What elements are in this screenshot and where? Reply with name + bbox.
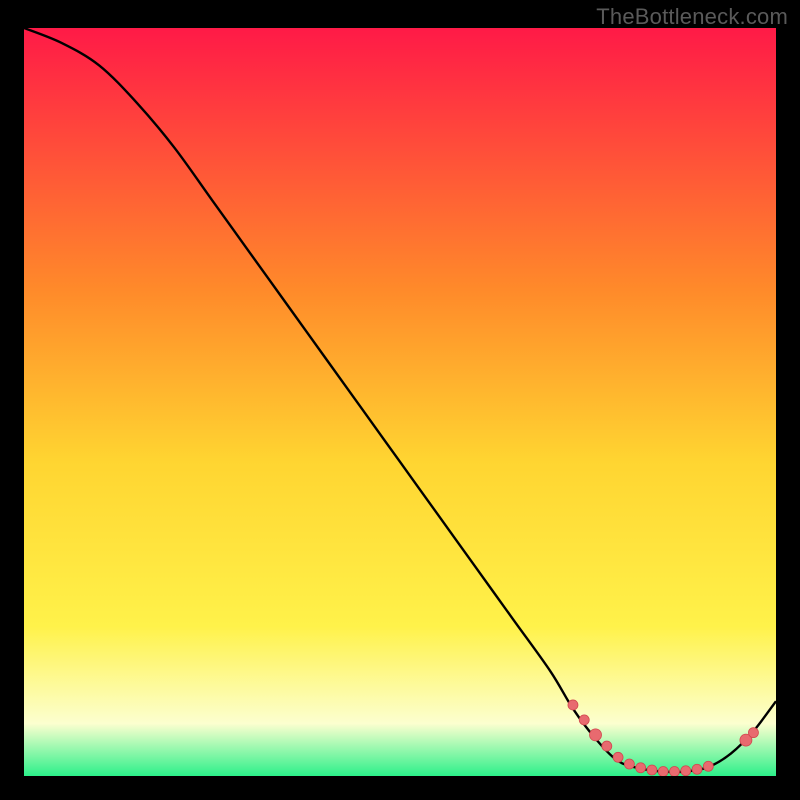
data-marker — [590, 729, 602, 741]
data-marker — [681, 766, 691, 776]
data-marker — [658, 767, 668, 776]
plot-area — [24, 28, 776, 776]
data-marker — [624, 759, 634, 769]
data-marker — [692, 764, 702, 774]
data-marker — [613, 752, 623, 762]
data-marker — [703, 761, 713, 771]
data-marker — [647, 765, 657, 775]
data-marker — [579, 715, 589, 725]
gradient-background — [24, 28, 776, 776]
data-marker — [748, 728, 758, 738]
data-marker — [636, 763, 646, 773]
chart-svg — [24, 28, 776, 776]
data-marker — [602, 741, 612, 751]
data-marker — [669, 767, 679, 776]
chart-frame: TheBottleneck.com — [0, 0, 800, 800]
data-marker — [568, 700, 578, 710]
watermark-label: TheBottleneck.com — [596, 4, 788, 30]
